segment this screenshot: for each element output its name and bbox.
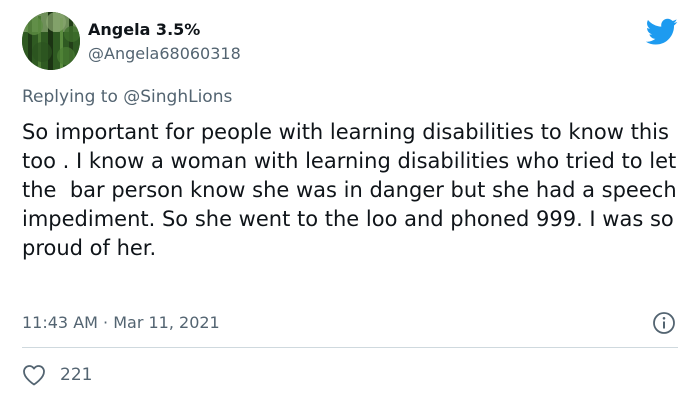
- heart-icon[interactable]: [22, 364, 46, 386]
- reply-context: Replying to @SinghLions: [22, 87, 232, 107]
- twitter-bird-icon[interactable]: [646, 18, 678, 46]
- tweet-timestamp[interactable]: 11:43 AM · Mar 11, 2021: [22, 313, 220, 332]
- reply-prefix: Replying to: [22, 87, 124, 107]
- tweet-card: Angela 3.5% @Angela68060318 Replying to …: [0, 0, 700, 402]
- like-button[interactable]: 221: [22, 364, 92, 386]
- tweet-text: So important for people with learning di…: [22, 120, 684, 260]
- user-handle[interactable]: @Angela68060318: [88, 44, 241, 63]
- like-count: 221: [60, 365, 93, 385]
- display-name[interactable]: Angela 3.5%: [88, 20, 200, 39]
- divider: [22, 347, 678, 348]
- avatar[interactable]: [22, 12, 80, 70]
- reply-to-link[interactable]: @SinghLions: [123, 87, 232, 107]
- info-icon[interactable]: [652, 311, 676, 335]
